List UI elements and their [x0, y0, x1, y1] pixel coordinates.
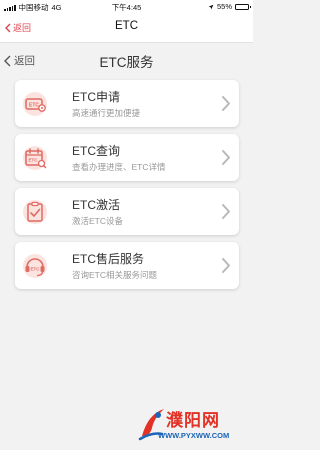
- service-description: 高速通行更加便捷: [72, 108, 141, 118]
- chevron-right-icon: [222, 204, 230, 219]
- chevron-right-icon: [222, 150, 230, 165]
- top-nav-title: ETC: [115, 20, 138, 32]
- service-description: 咨询ETC相关服务问题: [72, 270, 158, 280]
- top-navigation-bar: 返回 ETC: [0, 12, 253, 42]
- watermark: 濮阳网 WWW.PYXWW.COM: [138, 404, 250, 448]
- status-bar: 中国移动 4G 下午4:45 55%: [0, 0, 253, 12]
- service-description: 激活ETC设备: [72, 216, 124, 226]
- service-title: ETC售后服务: [72, 252, 145, 266]
- battery-icon: [235, 3, 251, 10]
- calendar-search-icon: ETC: [23, 146, 47, 170]
- service-list: ETC ETC申请 高速通行更加便捷 ETC ETC查询 查看办理进度、ETC详…: [15, 80, 239, 296]
- etc-card-icon: ETC: [23, 92, 47, 116]
- service-title: ETC查询: [72, 144, 121, 158]
- service-title: ETC申请: [72, 90, 121, 104]
- clipboard-check-icon: [23, 200, 47, 224]
- headset-icon: ETC: [23, 254, 47, 278]
- watermark-url: WWW.PYXWW.COM: [158, 431, 230, 440]
- page-title: ETC服务: [99, 55, 154, 70]
- service-card-etc-activate[interactable]: ETC激活 激活ETC设备: [15, 188, 239, 235]
- svg-text:ETC: ETC: [29, 158, 39, 163]
- status-bar-right: 55%: [208, 2, 251, 11]
- service-card-etc-query[interactable]: ETC ETC查询 查看办理进度、ETC详情: [15, 134, 239, 181]
- svg-text:ETC: ETC: [29, 102, 39, 108]
- service-card-etc-aftersales[interactable]: ETC ETC售后服务 咨询ETC相关服务问题: [15, 242, 239, 289]
- watermark-name: 濮阳网: [166, 411, 220, 430]
- service-description: 查看办理进度、ETC详情: [72, 162, 166, 172]
- chevron-right-icon: [222, 258, 230, 273]
- battery-percent: 55%: [216, 2, 232, 11]
- chevron-right-icon: [222, 96, 230, 111]
- service-card-etc-apply[interactable]: ETC ETC申请 高速通行更加便捷: [15, 80, 239, 127]
- service-title: ETC激活: [72, 198, 121, 212]
- page-header: 返回 ETC服务: [0, 43, 253, 76]
- location-arrow-icon: [208, 4, 214, 9]
- svg-text:ETC: ETC: [31, 266, 41, 271]
